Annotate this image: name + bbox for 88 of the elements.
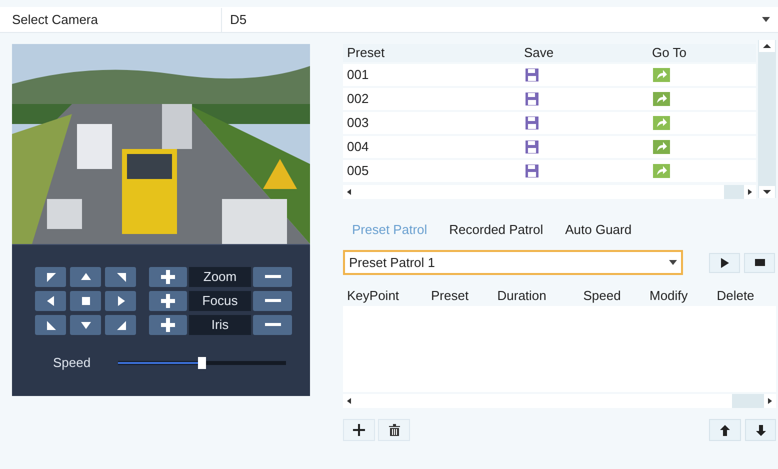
direction-button[interactable] (105, 315, 136, 335)
arrow-up-left-icon (46, 272, 56, 282)
direction-button[interactable] (35, 315, 66, 335)
add-button[interactable] (343, 419, 375, 441)
direction-button[interactable] (70, 315, 101, 335)
table-cell-text: 005 (346, 162, 370, 180)
field-label: Select Camera (11, 10, 99, 29)
go-to-icon[interactable] (653, 92, 670, 106)
caret-icon (669, 260, 677, 265)
plus-button[interactable] (149, 315, 187, 335)
delete-button[interactable] (378, 419, 410, 441)
column-header: Delete (716, 287, 756, 306)
table-row[interactable]: 001 (343, 64, 756, 86)
table-row[interactable]: 005 (343, 160, 756, 182)
stop-icon (80, 296, 90, 306)
arrow-up-right-icon (116, 272, 126, 282)
minus-button[interactable] (253, 315, 292, 335)
arrow-down-right-icon (116, 320, 126, 330)
save-icon[interactable] (525, 116, 539, 130)
table-row[interactable]: 004 (343, 136, 756, 158)
scrollbar-thumb[interactable] (724, 185, 744, 199)
save-icon[interactable] (525, 92, 539, 106)
tab[interactable]: Recorded Patrol (449, 220, 544, 240)
direction-button[interactable] (70, 267, 101, 287)
speed-label: Speed (53, 354, 92, 372)
direction-button[interactable] (70, 291, 101, 311)
tab[interactable]: Auto Guard (565, 220, 632, 240)
save-icon[interactable] (525, 140, 539, 154)
scrollbar-thumb[interactable] (732, 394, 764, 408)
table-row[interactable]: 002 (343, 88, 756, 110)
column-header: Duration (497, 287, 548, 306)
stop-button[interactable] (744, 252, 775, 272)
vertical-scrollbar[interactable] (758, 40, 776, 198)
scroll-up-icon[interactable] (759, 40, 775, 52)
column-header: Save (523, 44, 555, 62)
direction-button[interactable] (105, 291, 136, 311)
plus-icon (161, 318, 175, 332)
direction-button[interactable] (35, 267, 66, 287)
plus-icon (161, 294, 175, 308)
minus-icon (264, 275, 280, 279)
column-header: Speed (583, 287, 622, 306)
column-header: KeyPoint (347, 287, 400, 306)
minus-icon (264, 323, 280, 327)
arrow-down-left-icon (46, 320, 56, 330)
table-cell-text: 004 (346, 138, 370, 156)
move-up-button[interactable] (709, 419, 741, 441)
scroll-down-icon[interactable] (759, 186, 775, 198)
column-header: Preset (346, 44, 386, 62)
plus-icon (161, 270, 175, 284)
caret-icon (762, 17, 770, 22)
table-cell-text: 001 (346, 66, 370, 84)
horizontal-scrollbar[interactable] (343, 394, 776, 408)
go-to-icon[interactable] (653, 140, 670, 154)
minus-icon (264, 299, 280, 303)
save-icon[interactable] (525, 164, 539, 178)
minus-button[interactable] (253, 291, 292, 311)
lens-label: Iris (189, 315, 251, 335)
arrow-up-icon (80, 272, 90, 282)
move-down-button[interactable] (745, 419, 776, 441)
plus-button[interactable] (149, 291, 187, 311)
column-header: Modify (649, 287, 689, 306)
table-cell-text: 002 (346, 90, 370, 108)
direction-button[interactable] (35, 291, 66, 311)
trash-icon (388, 424, 400, 436)
speed-slider[interactable] (118, 356, 286, 370)
camera-dropdown[interactable]: D5 (221, 8, 778, 32)
plus-button[interactable] (149, 267, 187, 287)
patrol-dropdown[interactable]: Preset Patrol 1 (343, 250, 683, 275)
plus-icon (353, 424, 365, 436)
stop-icon (754, 259, 764, 266)
lens-label: Focus (189, 291, 251, 311)
direction-button[interactable] (105, 267, 136, 287)
save-icon[interactable] (525, 68, 539, 82)
table-row[interactable]: 003 (343, 112, 756, 134)
table-cell-text: 003 (346, 114, 370, 132)
play-button[interactable] (709, 252, 740, 272)
play-icon (720, 258, 728, 268)
arrow-left-icon (46, 296, 56, 306)
column-header: Go To (651, 44, 688, 62)
arrow-right-icon (116, 296, 126, 306)
arrow-down-icon (80, 320, 90, 330)
arrow-down-icon (756, 424, 766, 436)
lens-label: Zoom (189, 267, 251, 287)
column-header: Preset (431, 287, 470, 306)
horizontal-scrollbar[interactable] (343, 185, 756, 199)
arrow-up-icon (720, 424, 730, 436)
slider-thumb[interactable] (198, 356, 206, 369)
minus-button[interactable] (253, 267, 292, 287)
